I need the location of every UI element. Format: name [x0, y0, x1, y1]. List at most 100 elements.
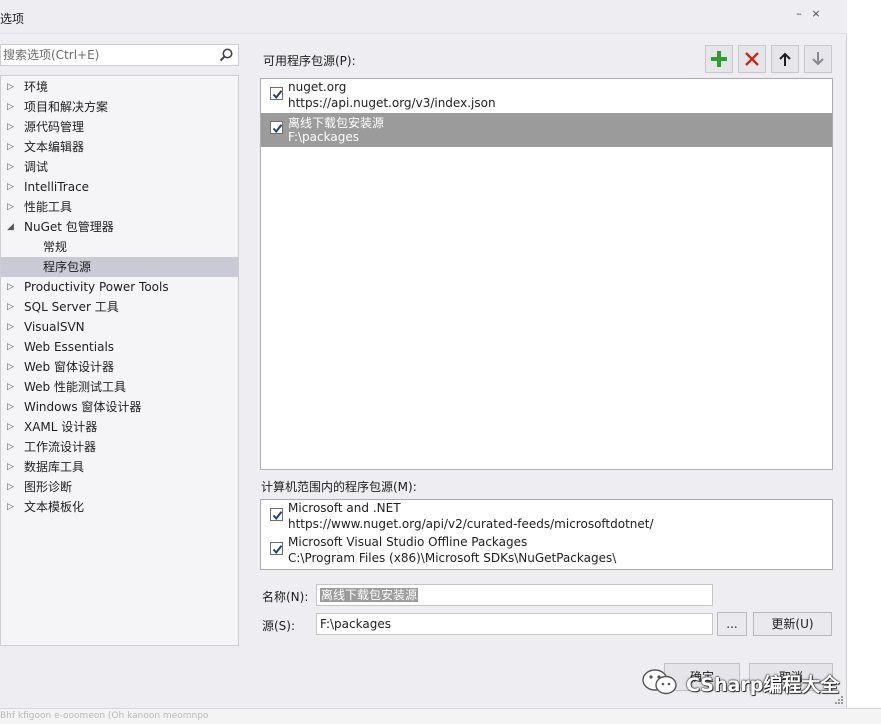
tree-item[interactable]: ▷ 工作流设计器	[1, 437, 238, 457]
move-down-button[interactable]	[804, 45, 832, 73]
add-source-button[interactable]	[705, 45, 733, 73]
source-name: 离线下载包安装源	[288, 116, 385, 130]
checkmark-icon	[272, 90, 283, 100]
collapsed-arrow-icon[interactable]: ▷	[7, 157, 17, 177]
tree-item-label: Productivity Power Tools	[24, 280, 169, 294]
collapsed-arrow-icon[interactable]: ▷	[7, 197, 17, 217]
collapsed-arrow-icon[interactable]: ▷	[7, 277, 17, 297]
source-field[interactable]: F:\packages	[316, 613, 713, 635]
source-field-value: F:\packages	[320, 617, 391, 631]
tree-item[interactable]: ▷ 调试	[1, 157, 238, 177]
tree-item[interactable]: ▷ 文本编辑器	[1, 137, 238, 157]
collapsed-arrow-icon[interactable]: ▷	[7, 377, 17, 397]
source-name: Microsoft Visual Studio Offline Packages	[288, 535, 528, 549]
collapsed-arrow-icon[interactable]: ▷	[7, 457, 17, 477]
collapsed-arrow-icon[interactable]: ▷	[7, 437, 17, 457]
source-row[interactable]: Microsoft and .NET https://www.nuget.org/…	[261, 500, 832, 534]
search-icon[interactable]	[218, 47, 234, 63]
source-row[interactable]: 离线下载包安装源 F:\packages	[261, 113, 832, 147]
tree-item[interactable]: ▷ 文本模板化	[1, 497, 238, 517]
tree-item-label: SQL Server 工具	[24, 300, 119, 314]
source-label: 源(S):	[262, 619, 296, 633]
tree-item[interactable]: ▷ 数据库工具	[1, 457, 238, 477]
tree-item[interactable]: ▷ Web 窗体设计器	[1, 357, 238, 377]
tree-item-label: NuGet 包管理器	[24, 220, 114, 234]
source-row[interactable]: nuget.org https://api.nuget.org/v3/index.…	[261, 79, 832, 113]
source-checkbox[interactable]	[270, 508, 283, 521]
title-bar: 选项 – ×	[0, 0, 847, 34]
tree-item[interactable]: ▷ IntelliTrace	[1, 177, 238, 197]
tree-item[interactable]: 程序包源	[1, 257, 238, 277]
background-strip: Bhf kfigoon e-ooomeon (Oh kanoon meomnpo	[0, 708, 881, 724]
source-checkbox[interactable]	[270, 87, 283, 100]
collapsed-arrow-icon[interactable]: ▷	[7, 77, 17, 97]
plus-icon	[710, 50, 728, 68]
collapsed-arrow-icon[interactable]: ▷	[7, 297, 17, 317]
tree-item-label: 工作流设计器	[24, 440, 97, 454]
remove-source-button[interactable]	[738, 45, 766, 73]
tree-item[interactable]: ◢ NuGet 包管理器	[1, 217, 238, 237]
tree-item[interactable]: ▷ Productivity Power Tools	[1, 277, 238, 297]
tree-item[interactable]: ▷ XAML 设计器	[1, 417, 238, 437]
background-hint-text: Bhf kfigoon e-ooomeon (Oh kanoon meomnpo	[0, 711, 209, 721]
available-sources-label: 可用程序包源(P):	[263, 54, 356, 68]
tree-item-label: XAML 设计器	[24, 420, 98, 434]
x-icon	[744, 51, 760, 67]
source-row[interactable]: Microsoft Visual Studio Offline Packages…	[261, 534, 832, 568]
watermark: CSharp编程大全	[640, 666, 839, 700]
tree-item[interactable]: ▷ 环境	[1, 77, 238, 97]
search-input[interactable]	[3, 47, 215, 63]
arrow-down-icon	[811, 51, 825, 67]
collapsed-arrow-icon[interactable]: ▷	[7, 137, 17, 157]
checkmark-icon	[272, 545, 283, 555]
close-button[interactable]: ×	[808, 6, 824, 22]
machine-sources-label: 计算机范围内的程序包源(M):	[261, 480, 417, 494]
collapsed-arrow-icon[interactable]: ▷	[7, 97, 17, 117]
collapsed-arrow-icon[interactable]: ▷	[7, 497, 17, 517]
tree-item-label: Windows 窗体设计器	[24, 400, 142, 414]
collapsed-arrow-icon[interactable]: ▷	[7, 417, 17, 437]
collapsed-arrow-icon[interactable]: ▷	[7, 177, 17, 197]
tree-item-label: 文本编辑器	[24, 140, 85, 154]
tree-item-label: 环境	[24, 80, 49, 94]
tree-item[interactable]: ▷ 源代码管理	[1, 117, 238, 137]
tree-item[interactable]: ▷ 图形诊断	[1, 477, 238, 497]
collapsed-arrow-icon[interactable]: ▷	[7, 477, 17, 497]
source-url: F:\packages	[288, 130, 359, 144]
minimize-button[interactable]: –	[791, 6, 807, 22]
name-label: 名称(N):	[262, 590, 309, 604]
collapsed-arrow-icon[interactable]: ▷	[7, 337, 17, 357]
tree-item-label: Web 窗体设计器	[24, 360, 114, 374]
options-tree: ▷ 环境 ▷ 项目和解决方案 ▷ 源代码管理 ▷ 文本编辑器 ▷ 调试 ▷ IntelliTrace ▷…	[0, 75, 239, 646]
machine-sources-list[interactable]: Microsoft and .NET https://www.nuget.org/…	[260, 499, 833, 570]
move-up-button[interactable]	[771, 45, 799, 73]
collapsed-arrow-icon[interactable]: ▷	[7, 317, 17, 337]
options-dialog: 选项 – × ▷ 环境 ▷ 项目和解决方案 ▷ 源代码管理 ▷ 文本编辑器 ▷ 调试 ▷ Intell…	[0, 0, 847, 708]
update-button[interactable]: 更新(U)	[753, 612, 832, 636]
available-sources-list[interactable]: nuget.org https://api.nuget.org/v3/index.…	[260, 78, 833, 470]
watermark-text: CSharp编程大全	[686, 673, 840, 696]
expanded-arrow-icon[interactable]: ◢	[7, 217, 17, 237]
tree-item-label: 源代码管理	[24, 120, 85, 134]
collapsed-arrow-icon[interactable]: ▷	[7, 357, 17, 377]
tree-item[interactable]: ▷ 项目和解决方案	[1, 97, 238, 117]
tree-item[interactable]: ▷ Windows 窗体设计器	[1, 397, 238, 417]
tree-item[interactable]: ▷ 性能工具	[1, 197, 238, 217]
collapsed-arrow-icon[interactable]: ▷	[7, 397, 17, 417]
source-url: C:\Program Files (x86)\Microsoft SDKs\Nu…	[288, 551, 617, 565]
browse-button[interactable]: ...	[717, 612, 747, 636]
tree-item[interactable]: ▷ Web 性能测试工具	[1, 377, 238, 397]
tree-item[interactable]: ▷ SQL Server 工具	[1, 297, 238, 317]
source-checkbox[interactable]	[270, 121, 283, 134]
source-checkbox[interactable]	[270, 542, 283, 555]
tree-item-label: 数据库工具	[24, 460, 85, 474]
checkmark-icon	[272, 511, 283, 521]
tree-item-label: Web Essentials	[24, 340, 115, 354]
tree-item-label: 性能工具	[24, 200, 73, 214]
tree-item[interactable]: ▷ Web Essentials	[1, 337, 238, 357]
name-field[interactable]: 离线下载包安装源	[316, 584, 713, 606]
tree-item[interactable]: 常规	[1, 237, 238, 257]
tree-item[interactable]: ▷ VisualSVN	[1, 317, 238, 337]
source-name: Microsoft and .NET	[288, 501, 401, 515]
collapsed-arrow-icon[interactable]: ▷	[7, 117, 17, 137]
